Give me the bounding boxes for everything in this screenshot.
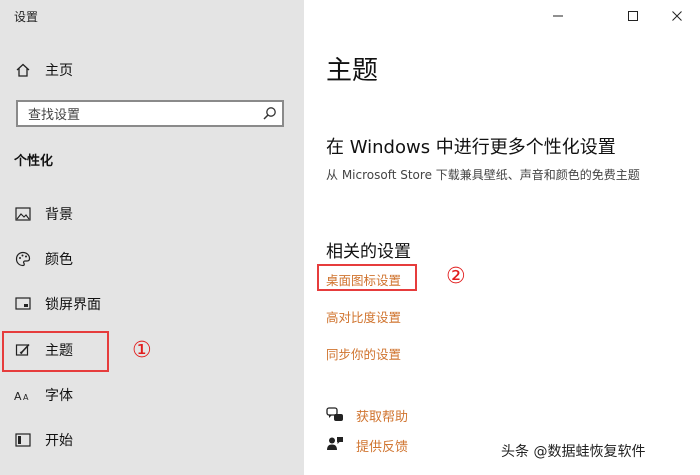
picture-icon bbox=[14, 205, 32, 223]
lock-screen-icon bbox=[14, 295, 32, 313]
svg-text:A: A bbox=[23, 393, 29, 402]
feedback-icon bbox=[326, 436, 344, 454]
highlight-box-desktop-icons bbox=[317, 264, 417, 291]
sidebar-item-label: 字体 bbox=[45, 388, 73, 404]
give-feedback-label: 提供反馈 bbox=[356, 439, 409, 455]
highlight-box-theme bbox=[2, 331, 109, 372]
related-settings-header: 相关的设置 bbox=[326, 242, 411, 262]
give-feedback-link[interactable]: 提供反馈 bbox=[326, 435, 408, 455]
sidebar-item-label: 锁屏界面 bbox=[45, 297, 101, 313]
sidebar: 设置 主页 个性化 背景 颜色 锁屏界面 主题 bbox=[0, 0, 304, 475]
sidebar-item-lock-screen[interactable]: 锁屏界面 bbox=[0, 284, 304, 324]
watermark: 头条 @数据蛙恢复软件 bbox=[501, 444, 646, 460]
font-icon: AA bbox=[14, 386, 32, 404]
get-help-label: 获取帮助 bbox=[356, 409, 409, 425]
sidebar-item-label: 颜色 bbox=[45, 252, 73, 268]
maximize-icon bbox=[627, 7, 639, 26]
start-icon bbox=[14, 431, 32, 449]
promo-subtitle: 从 Microsoft Store 下载兼具壁纸、声音和颜色的免费主题 bbox=[326, 168, 640, 182]
sidebar-item-label: 背景 bbox=[45, 207, 73, 223]
home-icon bbox=[14, 61, 32, 79]
app-title: 设置 bbox=[14, 10, 39, 24]
maximize-button[interactable] bbox=[613, 0, 653, 32]
section-header: 个性化 bbox=[14, 154, 54, 169]
sidebar-item-color[interactable]: 颜色 bbox=[0, 239, 304, 279]
palette-icon bbox=[14, 250, 32, 268]
search-icon[interactable] bbox=[262, 106, 277, 121]
close-button[interactable] bbox=[657, 0, 697, 32]
search-input[interactable] bbox=[26, 105, 260, 125]
search-field[interactable] bbox=[16, 100, 284, 127]
get-help-link[interactable]: 获取帮助 bbox=[326, 405, 408, 425]
sidebar-item-label: 主页 bbox=[45, 63, 73, 79]
annotation-marker-1: ① bbox=[132, 338, 152, 363]
minimize-icon bbox=[552, 7, 564, 26]
sidebar-item-fonts[interactable]: AA 字体 bbox=[0, 375, 304, 415]
high-contrast-settings-link[interactable]: 高对比度设置 bbox=[326, 307, 401, 326]
sidebar-item-label: 开始 bbox=[45, 433, 73, 449]
sync-settings-link[interactable]: 同步你的设置 bbox=[326, 344, 401, 363]
annotation-marker-2: ② bbox=[446, 264, 466, 289]
page-title: 主题 bbox=[326, 56, 379, 86]
promo-title: 在 Windows 中进行更多个性化设置 bbox=[326, 137, 616, 158]
sidebar-item-start[interactable]: 开始 bbox=[0, 420, 304, 460]
svg-text:A: A bbox=[14, 390, 22, 402]
sidebar-item-background[interactable]: 背景 bbox=[0, 194, 304, 234]
close-icon bbox=[671, 7, 683, 26]
help-chat-icon bbox=[326, 406, 344, 424]
minimize-button[interactable] bbox=[538, 0, 578, 32]
sidebar-item-home[interactable]: 主页 bbox=[0, 50, 304, 90]
